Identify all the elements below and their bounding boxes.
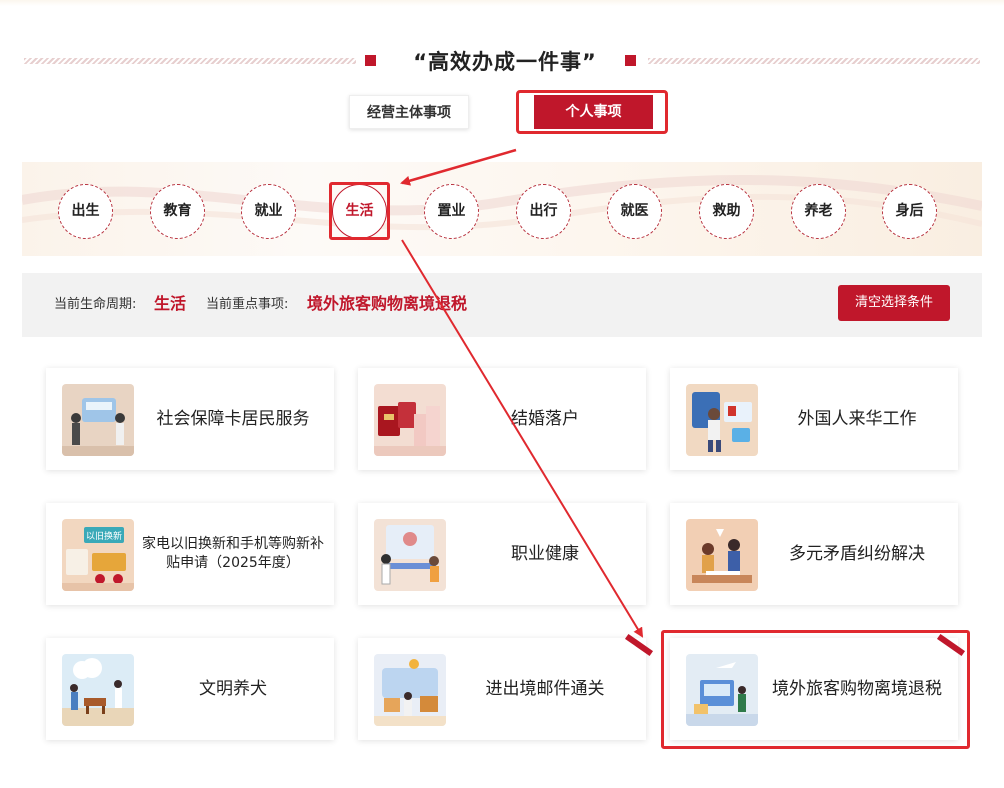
dispute-resolution-icon — [686, 519, 758, 591]
stage-medical[interactable]: 就医 — [607, 184, 662, 239]
top-divider — [0, 0, 1004, 6]
focus-matter-label: 当前重点事项: — [206, 297, 289, 312]
dog-walking-icon — [62, 654, 134, 726]
stage-birth[interactable]: 出生 — [58, 184, 113, 239]
service-card-appliance-subsidy[interactable]: 以旧换新 家电以旧换新和手机等购新补贴申请（2025年度） — [46, 503, 334, 605]
postal-customs-icon — [374, 654, 446, 726]
heading-decoration-right — [648, 58, 980, 64]
card-title: 外国人来华工作 — [797, 409, 917, 429]
focus-matter-value: 境外旅客购物离境退税 — [307, 294, 468, 313]
section-heading: “高效办成一件事” — [0, 44, 1004, 78]
stage-education[interactable]: 教育 — [150, 184, 205, 239]
occupational-health-icon — [374, 519, 446, 591]
card-title: 职业健康 — [511, 544, 579, 564]
stage-assistance[interactable]: 救助 — [699, 184, 754, 239]
stage-elderly-care[interactable]: 养老 — [791, 184, 846, 239]
heading-decoration-left — [24, 58, 356, 64]
service-card-postal-customs[interactable]: 进出境邮件通关 — [358, 633, 654, 740]
card-title: 文明养犬 — [199, 679, 267, 699]
service-card-occupational-health[interactable]: 职业健康 — [358, 503, 646, 605]
card-title: 家电以旧换新和手机等购新补贴申请（2025年度） — [142, 536, 324, 571]
service-card-social-security[interactable]: 社会保障卡居民服务 — [46, 368, 334, 470]
stage-property[interactable]: 置业 — [424, 184, 479, 239]
stage-life[interactable]: 生活 — [332, 184, 387, 239]
card-title: 多元矛盾纠纷解决 — [789, 544, 925, 564]
service-card-dog-keeping[interactable]: 文明养犬 — [46, 638, 334, 740]
clear-conditions-button[interactable]: 清空选择条件 — [838, 285, 950, 321]
lifecycle-value: 生活 — [154, 294, 187, 313]
card-title: 进出境邮件通关 — [485, 679, 605, 699]
service-card-foreigner-work[interactable]: 外国人来华工作 — [670, 368, 958, 470]
service-card-dispute-resolution[interactable]: 多元矛盾纠纷解决 — [670, 503, 958, 605]
appliance-trade-in-icon: 以旧换新 — [62, 519, 134, 591]
svg-text:以旧换新: 以旧换新 — [86, 530, 122, 542]
marriage-household-icon — [374, 384, 446, 456]
service-card-marriage-household[interactable]: 结婚落户 — [358, 368, 646, 470]
foreigner-work-icon — [686, 384, 758, 456]
stage-employment[interactable]: 就业 — [241, 184, 296, 239]
heading-square-right — [625, 55, 636, 66]
card-title: 境外旅客购物离境退税 — [772, 679, 942, 699]
tab-personal-matters[interactable]: 个人事项 — [534, 95, 653, 129]
lifecycle-stage-bar: 出生 教育 就业 生活 置业 出行 就医 救助 养老 身后 — [22, 162, 982, 256]
current-selection-bar: 当前生命周期: 生活 当前重点事项: 境外旅客购物离境退税 清空选择条件 — [22, 273, 982, 337]
stage-after-death[interactable]: 身后 — [882, 184, 937, 239]
card-title: 结婚落户 — [511, 409, 579, 429]
social-security-card-icon — [62, 384, 134, 456]
tab-business-matters[interactable]: 经营主体事项 — [349, 95, 469, 129]
heading-square-left — [365, 55, 376, 66]
service-card-tax-refund[interactable]: 境外旅客购物离境退税 — [670, 633, 966, 740]
page-title: “高效办成一件事” — [413, 50, 597, 74]
tax-refund-icon — [686, 654, 758, 726]
stage-travel[interactable]: 出行 — [516, 184, 571, 239]
lifecycle-label: 当前生命周期: — [54, 297, 137, 312]
card-title: 社会保障卡居民服务 — [156, 409, 310, 429]
